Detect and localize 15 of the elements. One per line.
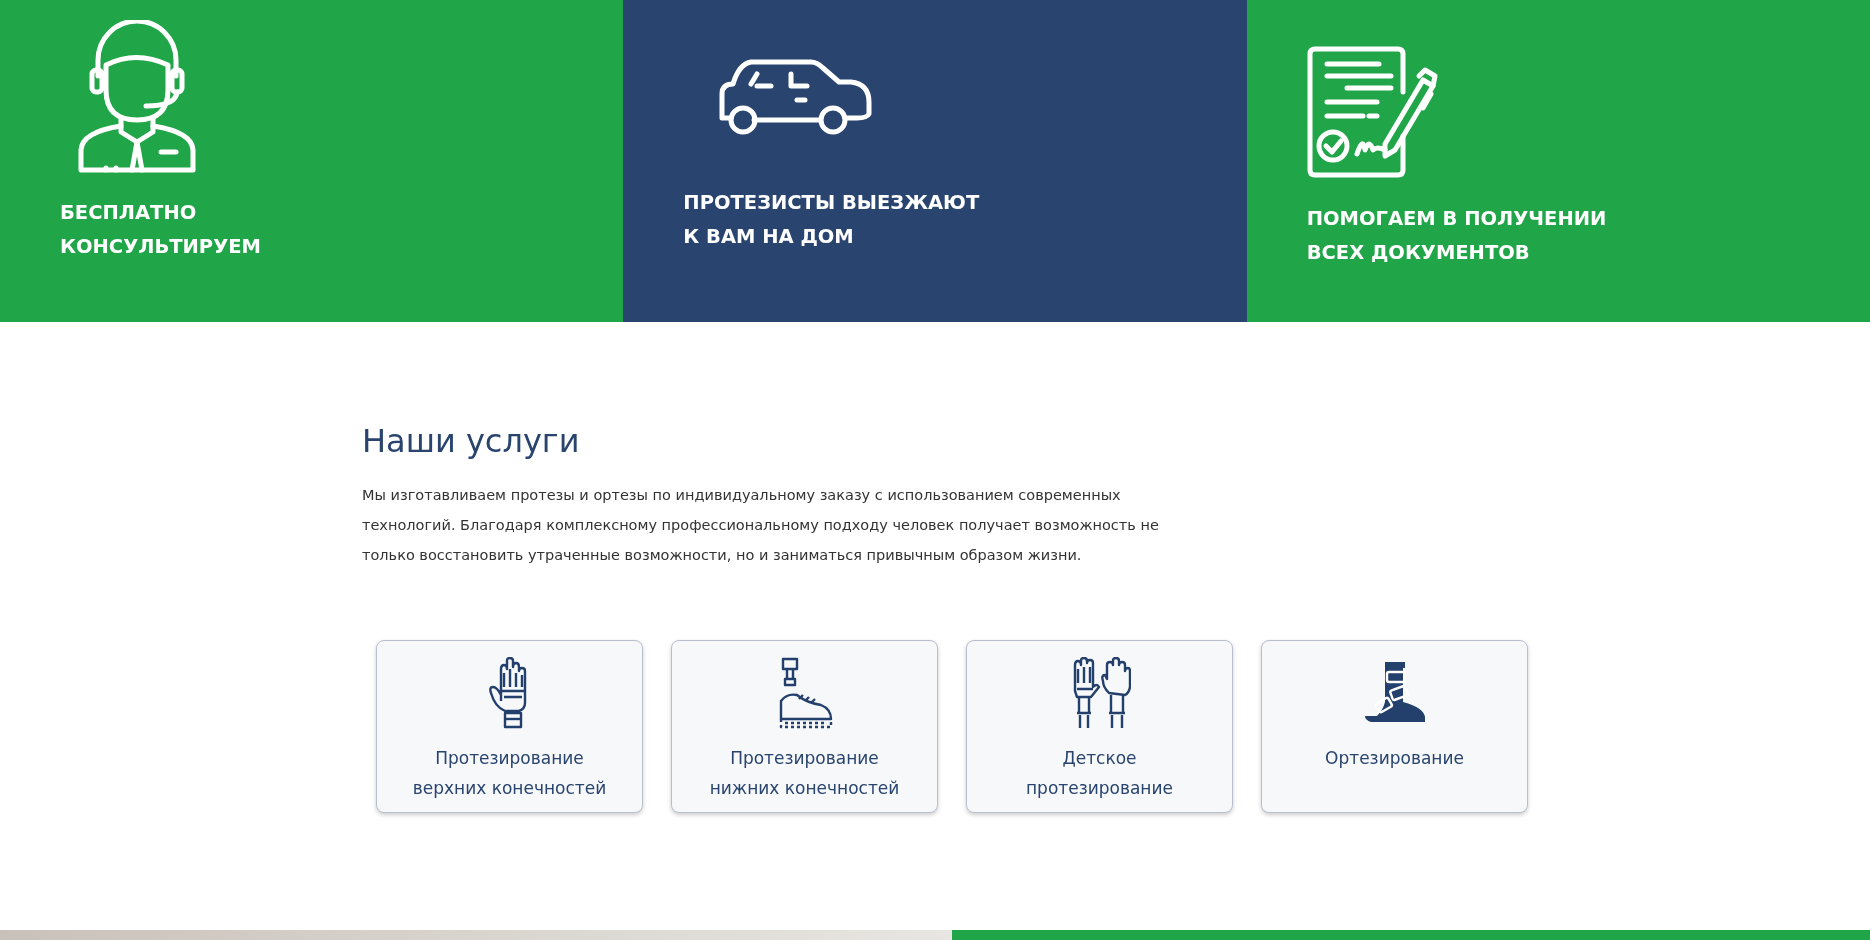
service-title: Ортезирование (1325, 747, 1464, 770)
service-title: Детское протезирование (1026, 747, 1173, 800)
feature-title: БЕСПЛАТНО КОНСУЛЬТИРУЕМ (60, 200, 262, 260)
service-title: Протезирование нижних конечностей (709, 747, 900, 800)
service-card[interactable]: Протезирование верхних конечностей (376, 640, 643, 813)
service-card[interactable]: Протезирование нижних конечностей (671, 640, 938, 813)
feature-title: ПОМОГАЕМ В ПОЛУЧЕНИИ ВСЕХ ДОКУМЕНТОВ (1306, 206, 1608, 266)
service-card[interactable]: Детское протезирование (966, 640, 1233, 813)
operator-headset-icon (76, 20, 198, 174)
signed-document-icon (1306, 46, 1439, 178)
service-card[interactable]: Ортезирование (1261, 640, 1528, 813)
section-heading: Наши услуги (362, 422, 581, 460)
feature-title: ПРОТЕЗИСТЫ ВЫЕЗЖАЮТ К ВАМ НА ДОМ (683, 190, 981, 250)
service-title: Протезирование верхних конечностей (412, 747, 607, 800)
section-description: Мы изготавливаем протезы и ортезы по индивидуальному заказу с использованием современных технологий. Благодаря комплексному профессиональному подходу человек получает возможность не только восстановить утраченные возможности, но и заниматься привычным образом жизни. (362, 486, 1160, 565)
